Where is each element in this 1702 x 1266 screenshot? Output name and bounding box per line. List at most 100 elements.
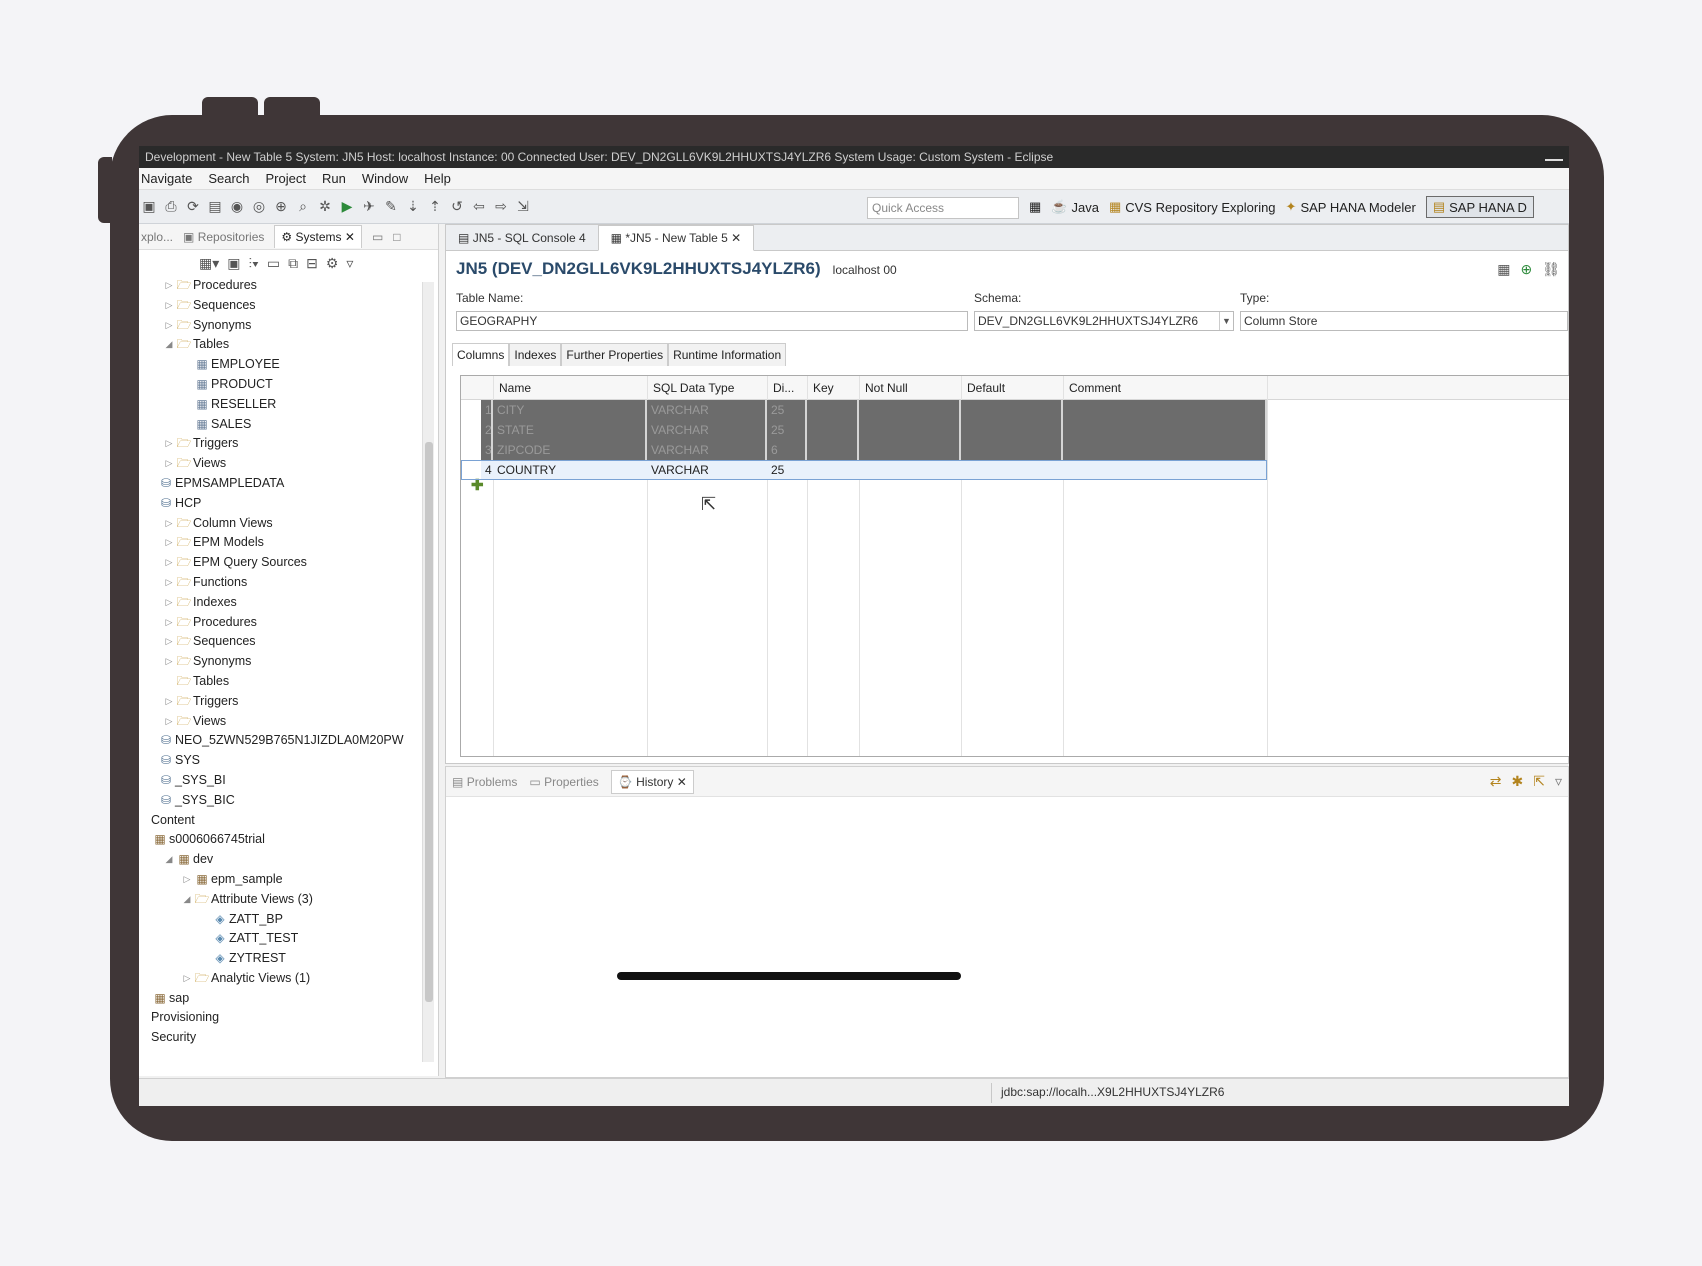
tree-item[interactable]: ▷ 🗁 EPM Query Sources <box>139 553 419 573</box>
expand-arrow-icon[interactable]: ▷ <box>163 296 175 316</box>
last-edit-icon[interactable]: ↺ <box>449 198 465 215</box>
tree-item[interactable]: 🗁 Tables <box>139 672 419 692</box>
tree-item[interactable]: ▷ 🗁 Sequences <box>139 296 419 316</box>
generate-sql-icon[interactable]: ▦ <box>1497 261 1510 278</box>
tab-properties[interactable]: ▭ Properties <box>529 775 598 789</box>
previous-annotation-icon[interactable]: ⇡ <box>427 198 443 215</box>
menu-search[interactable]: Search <box>208 168 249 189</box>
maximize-view-icon[interactable]: □ <box>393 230 400 244</box>
disconnect-icon[interactable]: ◎ <box>251 198 267 215</box>
save-icon[interactable]: ▣ <box>141 198 157 215</box>
table-row[interactable]: 3 ZIPCODE VARCHAR 6 <box>461 440 1267 460</box>
menu-help[interactable]: Help <box>424 168 451 189</box>
minimize-view-icon[interactable]: ▭ <box>372 230 383 244</box>
column-name-cell[interactable]: STATE <box>493 420 647 440</box>
col-default-header[interactable]: Default <box>963 376 1005 400</box>
add-system-icon[interactable]: ▦▾ <box>199 255 219 272</box>
tab-systems[interactable]: ⚙ Systems ✕ <box>274 225 362 248</box>
link-icon[interactable]: ⛓ <box>1542 261 1560 278</box>
empty-cell[interactable] <box>859 420 961 440</box>
empty-cell[interactable] <box>961 420 1063 440</box>
tab-new-table[interactable]: ▦ *JN5 - New Table 5 ✕ <box>597 225 755 251</box>
scrollbar-thumb[interactable] <box>425 442 433 1002</box>
tree-item[interactable]: ▷ 🗁 Triggers <box>139 692 419 712</box>
empty-cell[interactable] <box>961 400 1063 420</box>
expand-arrow-icon[interactable]: ▷ <box>163 533 175 553</box>
close-icon[interactable]: ✕ <box>677 775 687 789</box>
tab-history[interactable]: ⌚ History ✕ <box>610 769 694 794</box>
tree-item[interactable]: ▷ 🗁 Synonyms <box>139 316 419 336</box>
table-row[interactable]: 2 STATE VARCHAR 25 <box>461 420 1267 440</box>
col-name-header[interactable]: Name <box>495 376 531 400</box>
open-perspective-icon[interactable]: ▦ <box>1029 199 1041 215</box>
sql-icon[interactable]: ⊕ <box>273 198 289 215</box>
row-number[interactable]: 3 <box>481 440 493 460</box>
data-type-cell[interactable]: VARCHAR <box>647 420 767 440</box>
empty-cell[interactable] <box>1063 420 1267 440</box>
collapse-all-icon[interactable]: ▭ <box>267 255 280 272</box>
col-key-header[interactable]: Key <box>809 376 834 400</box>
menu-project[interactable]: Project <box>266 168 306 189</box>
minimize-button[interactable] <box>1545 151 1563 161</box>
column-name-cell[interactable]: CITY <box>493 400 647 420</box>
col-sql-data-type-header[interactable]: SQL Data Type <box>649 376 734 400</box>
link-icon[interactable]: ⧉ <box>288 255 298 272</box>
data-type-cell[interactable]: VARCHAR <box>647 440 767 460</box>
close-icon[interactable]: ✕ <box>345 230 355 244</box>
expand-arrow-icon[interactable]: ▷ <box>163 712 175 732</box>
expand-arrow-icon[interactable]: ◢ <box>163 850 175 870</box>
expand-arrow-icon[interactable]: ◢ <box>163 335 175 355</box>
open-type-icon[interactable]: ✎ <box>383 198 399 215</box>
expand-arrow-icon[interactable]: ▷ <box>163 692 175 712</box>
menu-window[interactable]: Window <box>362 168 408 189</box>
tab-indexes[interactable]: Indexes <box>509 343 562 366</box>
tree-item[interactable]: ▷ 🗁 Triggers <box>139 434 419 454</box>
empty-cell[interactable] <box>807 420 859 440</box>
tree-item[interactable]: ▦ sap <box>139 989 419 1009</box>
close-icon[interactable]: ✕ <box>731 231 741 245</box>
tree-item[interactable]: ▷ 🗁 Procedures <box>139 613 419 633</box>
col-comment-header[interactable]: Comment <box>1065 376 1121 400</box>
tab-problems[interactable]: ▤ Problems <box>452 775 517 789</box>
tree-item[interactable]: ▷ ▦ epm_sample <box>139 870 419 890</box>
perspective-hana-dev[interactable]: ▤ SAP HANA D <box>1425 196 1534 218</box>
tree-item[interactable]: ▦ PRODUCT <box>139 375 419 395</box>
expand-arrow-icon[interactable]: ▷ <box>163 553 175 573</box>
search-icon[interactable]: ⌕ <box>295 198 311 215</box>
tree-item[interactable]: Security <box>139 1028 419 1048</box>
dimension-cell[interactable]: 25 <box>767 420 807 440</box>
export-icon[interactable]: ⇱ <box>1533 773 1545 790</box>
expand-arrow-icon[interactable]: ▷ <box>163 613 175 633</box>
tree-item[interactable]: ⛁ HCP <box>139 494 419 514</box>
dimension-cell[interactable]: 25 <box>767 400 807 420</box>
back-icon[interactable]: ⇦ <box>471 198 487 215</box>
expand-arrow-icon[interactable]: ▷ <box>163 514 175 534</box>
empty-cell[interactable] <box>859 400 961 420</box>
tree-item[interactable]: ◢ 🗁 Tables <box>139 335 419 355</box>
expand-arrow-icon[interactable]: ▷ <box>181 969 193 989</box>
pin-history-icon[interactable]: ✱ <box>1512 773 1524 790</box>
table-name-input[interactable]: GEOGRAPHY <box>456 311 968 331</box>
tree-item[interactable]: ▷ 🗁 Views <box>139 454 419 474</box>
sql-console-icon[interactable]: ▣ <box>227 255 240 272</box>
tree-item[interactable]: ◢ ▦ dev <box>139 850 419 870</box>
row-number[interactable]: 1 <box>481 400 493 420</box>
empty-cell[interactable] <box>961 440 1063 460</box>
col-not-null-header[interactable]: Not Null <box>861 376 908 400</box>
empty-cell[interactable] <box>1063 400 1267 420</box>
external-tools-icon[interactable]: ✈ <box>361 198 377 215</box>
menu-run[interactable]: Run <box>322 168 346 189</box>
expand-arrow-icon[interactable]: ▷ <box>163 316 175 336</box>
settings-icon[interactable]: ⚙ <box>326 255 339 272</box>
tree-item[interactable]: ◈ ZATT_BP <box>139 910 419 930</box>
tree-item[interactable]: Content <box>139 811 419 831</box>
expand-arrow-icon[interactable]: ▷ <box>163 593 175 613</box>
run-icon[interactable]: ▶ <box>339 198 355 215</box>
refresh-icon[interactable]: ⟳ <box>185 198 201 215</box>
view-menu-icon[interactable]: ▿ <box>346 255 353 272</box>
expand-arrow-icon[interactable]: ◢ <box>181 890 193 910</box>
col-dimension-header[interactable]: Di... <box>769 376 794 400</box>
data-type-cell[interactable]: VARCHAR <box>647 400 767 420</box>
menu-navigate[interactable]: Navigate <box>141 168 192 189</box>
quick-access-input[interactable]: Quick Access <box>867 197 1019 219</box>
